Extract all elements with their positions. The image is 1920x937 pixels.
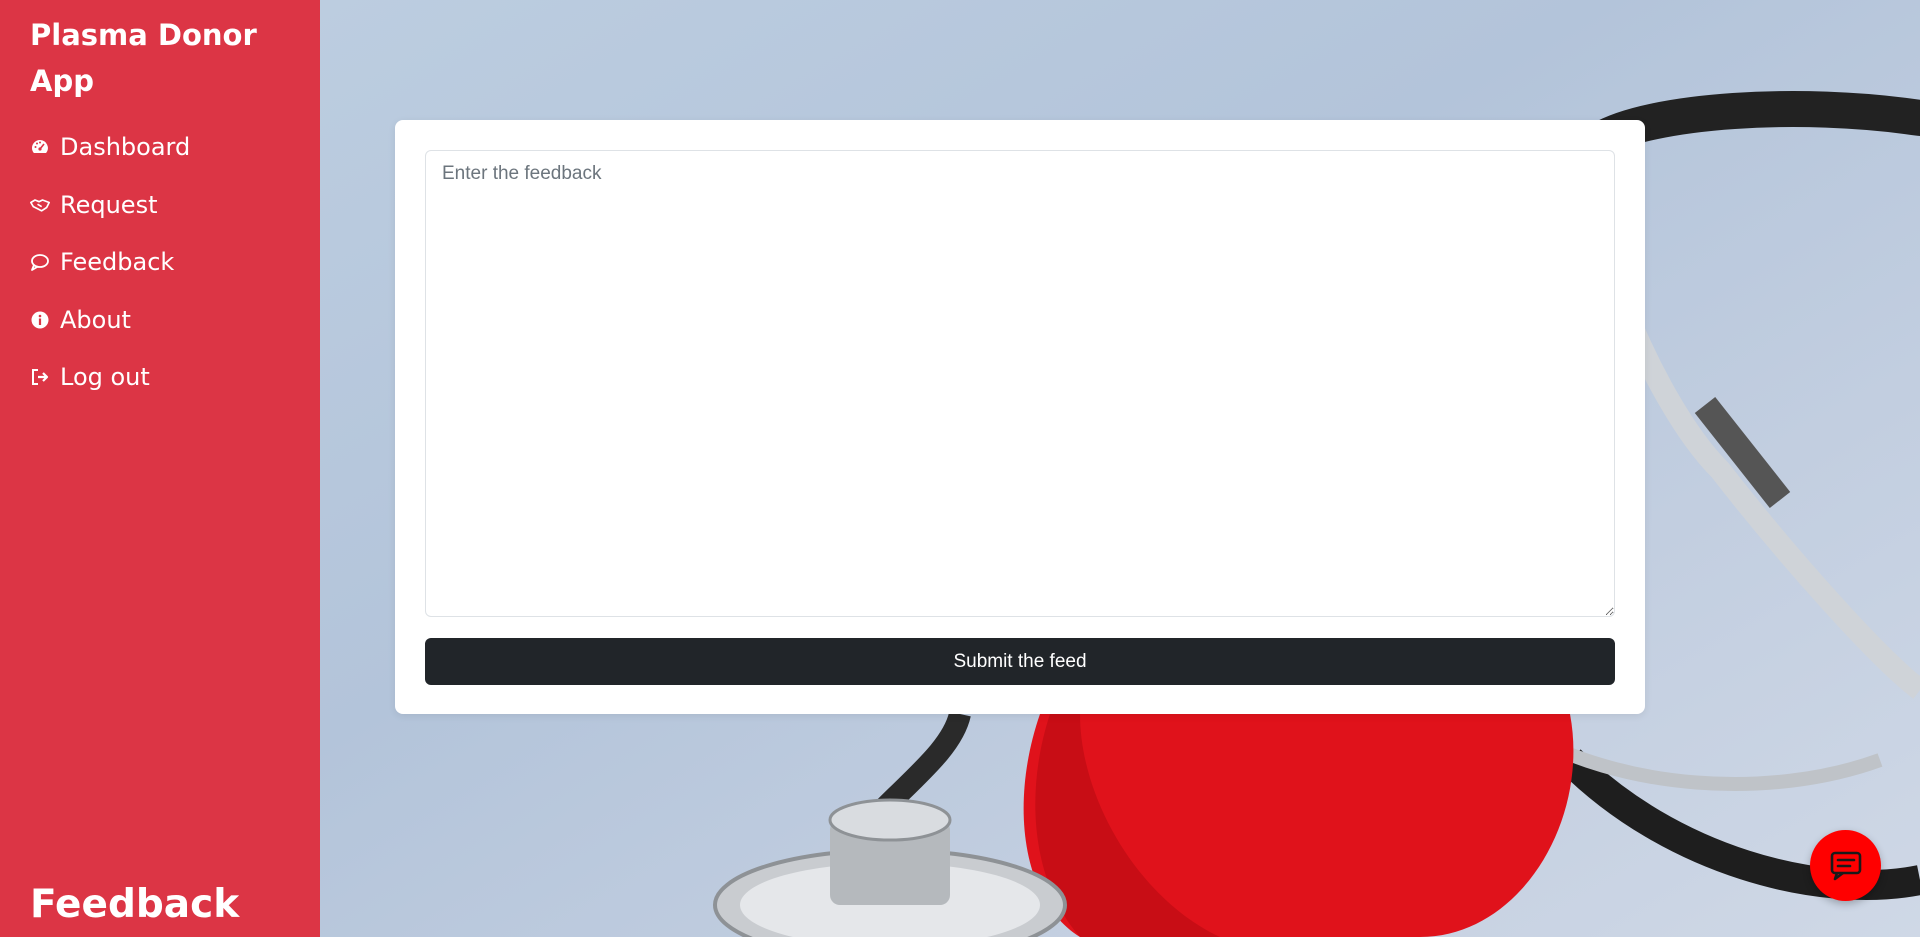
chat-button[interactable] (1810, 830, 1881, 901)
sidebar-item-logout[interactable]: Log out (30, 357, 190, 397)
chat-icon (1830, 851, 1861, 880)
sidebar-item-feedback[interactable]: Feedback (30, 242, 190, 282)
feedback-textarea[interactable] (425, 150, 1615, 617)
submit-feedback-button[interactable]: Submit the feed (425, 638, 1615, 685)
sidebar-nav: Dashboard Request Feedback About Log out (30, 127, 190, 415)
sidebar-item-label: Feedback (60, 248, 175, 276)
sidebar: Plasma Donor App Dashboard Request Feedb… (0, 0, 320, 937)
info-icon (30, 310, 50, 330)
sidebar-item-request[interactable]: Request (30, 185, 190, 225)
sidebar-item-label: Request (60, 190, 158, 219)
sidebar-item-label: Log out (60, 363, 150, 391)
chat-bubble-icon (30, 252, 50, 272)
sidebar-item-label: Dashboard (60, 133, 191, 161)
sidebar-item-label: About (60, 305, 131, 334)
page-title: Feedback (30, 882, 240, 927)
sidebar-item-dashboard[interactable]: Dashboard (30, 127, 190, 167)
logout-icon (30, 367, 50, 387)
sidebar-item-about[interactable]: About (30, 300, 190, 340)
feedback-card: Submit the feed (395, 120, 1645, 714)
handshake-icon (30, 195, 50, 215)
app-brand[interactable]: Plasma Donor App (30, 12, 290, 104)
speedometer-icon (30, 137, 50, 157)
